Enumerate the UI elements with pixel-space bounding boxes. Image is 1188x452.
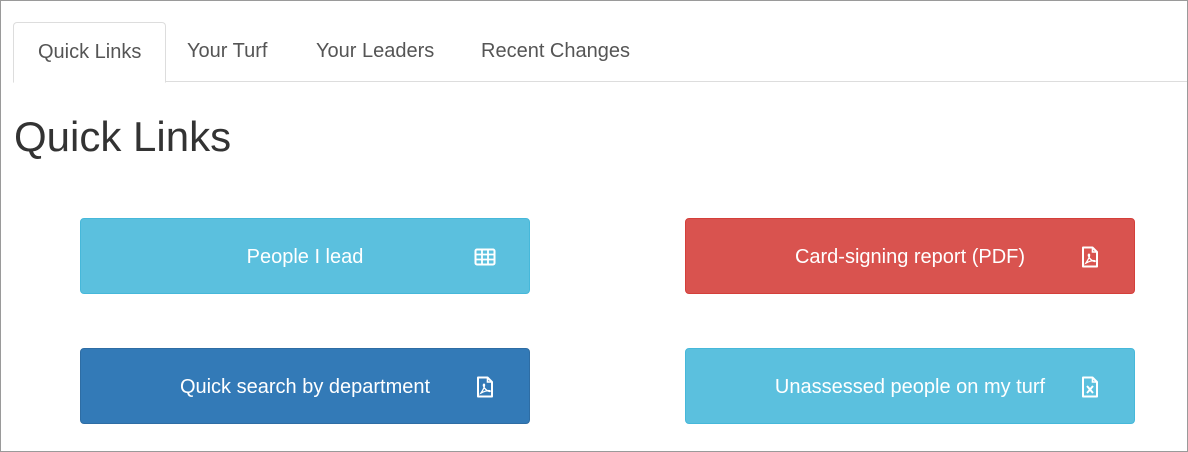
tab-label: Your Leaders: [316, 40, 435, 62]
unassessed-people-button[interactable]: Unassessed people on my turf: [685, 348, 1135, 424]
button-label: Unassessed people on my turf: [774, 376, 1046, 398]
tab-bar: Quick Links Your Turf Your Leaders Recen…: [13, 22, 1187, 83]
window-frame: Quick Links Your Turf Your Leaders Recen…: [0, 0, 1188, 452]
people-i-lead-button[interactable]: People I lead: [80, 218, 530, 294]
page-title: Quick Links: [14, 113, 232, 160]
tab-label: Quick Links: [38, 41, 142, 63]
tab-quick-links[interactable]: Quick Links: [13, 22, 167, 83]
card-signing-report-button[interactable]: Card-signing report (PDF): [685, 218, 1135, 294]
pdf-file-icon: [474, 376, 496, 398]
tab-label: Your Turf: [187, 40, 268, 62]
button-label: Card-signing report (PDF): [794, 246, 1026, 268]
tab-recent-changes[interactable]: Recent Changes: [457, 22, 654, 82]
button-label: People I lead: [246, 246, 364, 268]
excel-file-icon: [1079, 376, 1101, 398]
tab-your-leaders[interactable]: Your Leaders: [292, 22, 458, 82]
pdf-file-icon: [1079, 246, 1101, 268]
button-label: Quick search by department: [179, 376, 431, 398]
tab-label: Recent Changes: [481, 40, 630, 62]
tab-your-turf[interactable]: Your Turf: [163, 22, 291, 82]
quick-search-by-department-button[interactable]: Quick search by department: [80, 348, 530, 424]
table-grid-icon: [474, 246, 496, 268]
